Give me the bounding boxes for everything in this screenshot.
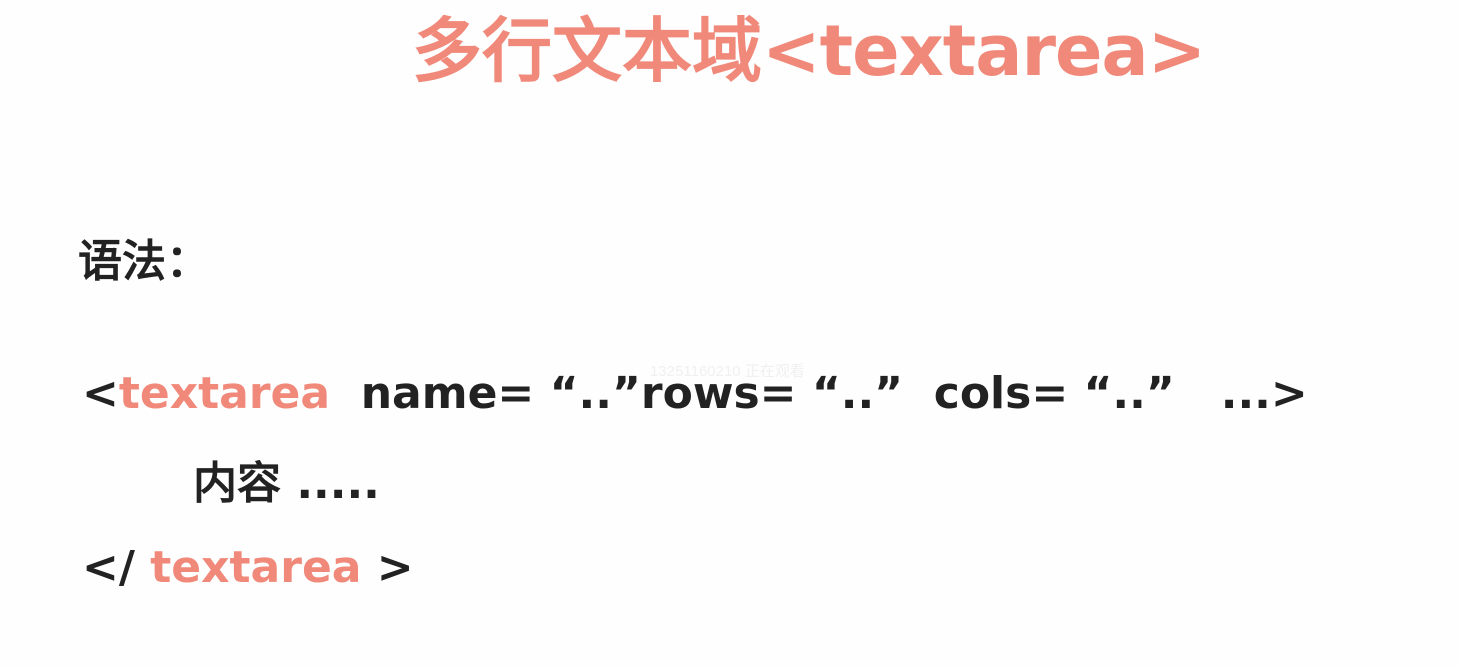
attributes: name= “..”rows= “..” cols= “..” ...> [330, 368, 1308, 419]
close-open-bracket: </ [82, 542, 151, 593]
tag-keyword: textarea [118, 368, 331, 419]
close-bracket: > [361, 542, 414, 593]
close-tag-keyword: textarea [150, 542, 362, 593]
slide: 多行文本域<textarea> 13251160210 正在观看 语法： <te… [0, 0, 1459, 667]
title-tag: <textarea> [762, 10, 1206, 92]
slide-title: 多行文本域<textarea> [0, 6, 1459, 96]
open-bracket: < [82, 368, 119, 419]
syntax-label: 语法： [78, 236, 210, 287]
title-chinese: 多行文本域 [412, 10, 762, 92]
code-line-content: 内容 ..... [193, 458, 380, 509]
code-line-close-tag: </ textarea > [82, 540, 414, 596]
code-line-open-tag: <textarea name= “..”rows= “..” cols= “..… [82, 366, 1308, 422]
